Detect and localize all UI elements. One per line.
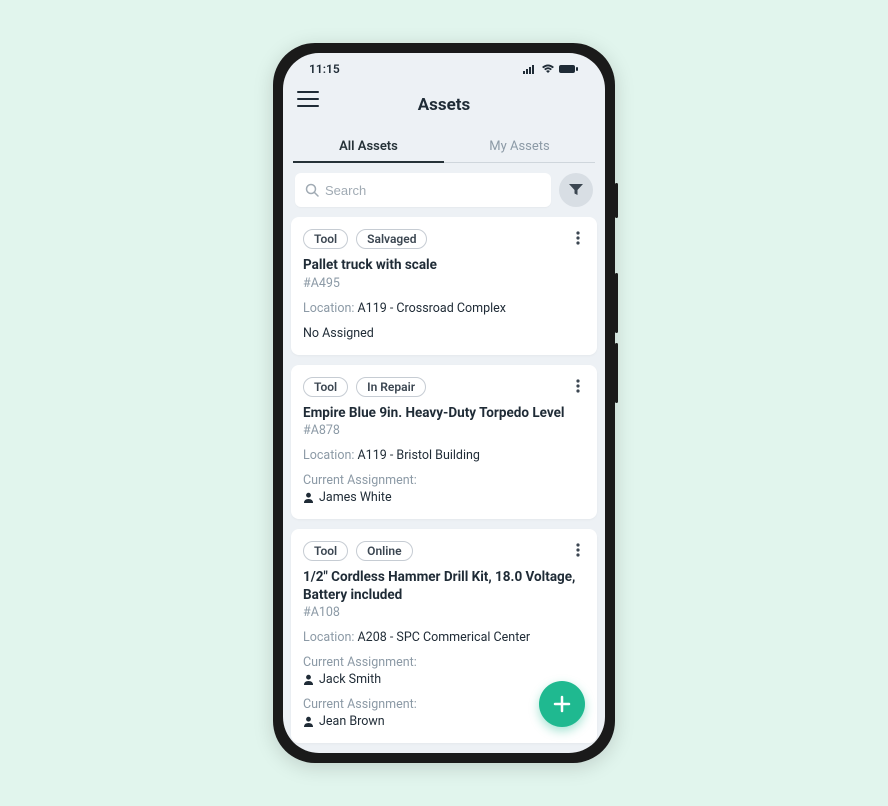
asset-title: Pallet truck with scale bbox=[303, 257, 585, 275]
asset-status-badge: Online bbox=[356, 541, 412, 561]
no-assigned-label: No Assigned bbox=[303, 326, 585, 341]
assignment-block: Current Assignment: James White bbox=[303, 473, 585, 505]
asset-card[interactable]: Tool In Repair Empire Blue 9in. Heavy-Du… bbox=[291, 365, 597, 520]
more-vert-icon bbox=[576, 543, 580, 557]
asset-title: 1/2" Cordless Hammer Drill Kit, 18.0 Vol… bbox=[303, 569, 585, 604]
assignment-block: Current Assignment: Jack Smith bbox=[303, 655, 585, 687]
menu-button[interactable] bbox=[297, 91, 319, 107]
plus-icon bbox=[552, 694, 572, 714]
tab-label: My Assets bbox=[489, 139, 549, 154]
filter-icon bbox=[569, 184, 583, 196]
asset-type-badge: Tool bbox=[303, 377, 348, 397]
status-indicators bbox=[523, 64, 579, 74]
battery-icon bbox=[559, 64, 579, 74]
status-time: 11:15 bbox=[309, 62, 340, 76]
add-asset-button[interactable] bbox=[539, 681, 585, 727]
screen: 11:15 Assets All Assets My Assets bbox=[283, 53, 605, 753]
search-box[interactable] bbox=[295, 173, 551, 207]
search-icon bbox=[305, 183, 319, 197]
location-value: A119 - Crossroad Complex bbox=[358, 301, 506, 316]
tab-all-assets[interactable]: All Assets bbox=[293, 131, 444, 162]
phone-side-button bbox=[615, 273, 618, 333]
asset-card[interactable]: Tool Salvaged Pallet truck with scale #A… bbox=[291, 217, 597, 355]
asset-code: #A108 bbox=[303, 605, 585, 620]
location-label: Location: bbox=[303, 448, 354, 463]
assignment-name: Jack Smith bbox=[303, 672, 585, 687]
asset-code: #A878 bbox=[303, 423, 585, 438]
location-label: Location: bbox=[303, 630, 354, 645]
card-badges: Tool In Repair bbox=[303, 377, 585, 397]
card-badges: Tool Online bbox=[303, 541, 585, 561]
card-menu-button[interactable] bbox=[567, 539, 589, 561]
asset-type-badge: Tool bbox=[303, 541, 348, 561]
tab-my-assets[interactable]: My Assets bbox=[444, 131, 595, 162]
filter-button[interactable] bbox=[559, 173, 593, 207]
location-value: A208 - SPC Commerical Center bbox=[358, 630, 531, 645]
more-vert-icon bbox=[576, 231, 580, 245]
tab-bar: All Assets My Assets bbox=[293, 131, 595, 163]
more-vert-icon bbox=[576, 379, 580, 393]
asset-status-badge: Salvaged bbox=[356, 229, 427, 249]
wifi-icon bbox=[541, 64, 555, 74]
status-bar: 11:15 bbox=[283, 53, 605, 85]
search-row bbox=[283, 163, 605, 217]
assignment-label: Current Assignment: bbox=[303, 473, 585, 488]
app-header: Assets bbox=[283, 85, 605, 125]
asset-list[interactable]: Tool Salvaged Pallet truck with scale #A… bbox=[283, 217, 605, 753]
person-icon bbox=[303, 716, 314, 727]
phone-side-button bbox=[615, 183, 618, 218]
asset-location: Location: A119 - Crossroad Complex bbox=[303, 301, 585, 316]
asset-status-badge: In Repair bbox=[356, 377, 426, 397]
assignment-label: Current Assignment: bbox=[303, 655, 585, 670]
location-value: A119 - Bristol Building bbox=[358, 448, 480, 463]
location-label: Location: bbox=[303, 301, 354, 316]
asset-title: Empire Blue 9in. Heavy-Duty Torpedo Leve… bbox=[303, 405, 585, 423]
asset-code: #A495 bbox=[303, 276, 585, 291]
assignee-name: James White bbox=[319, 490, 392, 505]
person-icon bbox=[303, 674, 314, 685]
card-menu-button[interactable] bbox=[567, 375, 589, 397]
signal-icon bbox=[523, 64, 537, 74]
asset-type-badge: Tool bbox=[303, 229, 348, 249]
page-title: Assets bbox=[418, 95, 471, 115]
phone-side-button bbox=[615, 343, 618, 403]
person-icon bbox=[303, 492, 314, 503]
phone-frame: 11:15 Assets All Assets My Assets bbox=[273, 43, 615, 763]
asset-location: Location: A119 - Bristol Building bbox=[303, 448, 585, 463]
asset-location: Location: A208 - SPC Commerical Center bbox=[303, 630, 585, 645]
card-menu-button[interactable] bbox=[567, 227, 589, 249]
assignee-name: Jean Brown bbox=[319, 714, 385, 729]
assignment-name: James White bbox=[303, 490, 585, 505]
tab-label: All Assets bbox=[339, 139, 398, 154]
search-input[interactable] bbox=[325, 183, 541, 198]
card-badges: Tool Salvaged bbox=[303, 229, 585, 249]
assignee-name: Jack Smith bbox=[319, 672, 381, 687]
